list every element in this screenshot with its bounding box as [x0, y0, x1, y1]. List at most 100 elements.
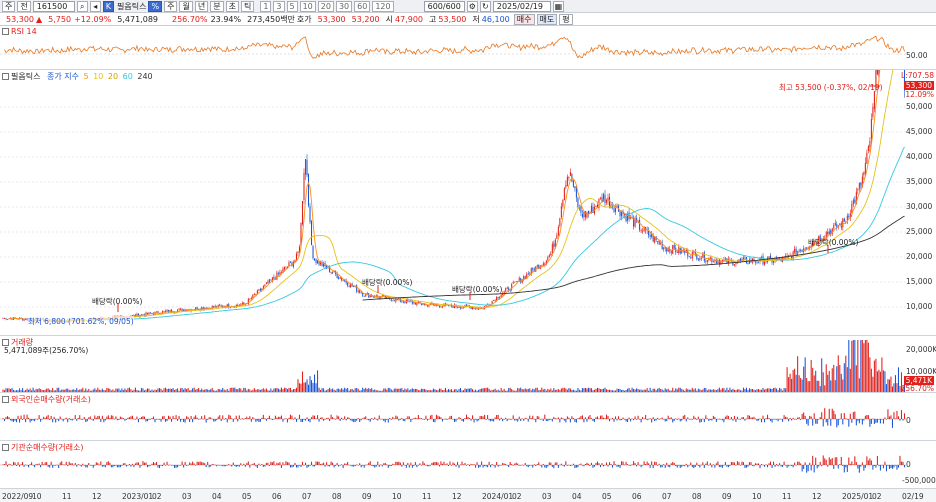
- foreign-bar: [750, 417, 752, 419]
- inst-bar: [2, 464, 4, 465]
- foreign-bar: [666, 419, 668, 422]
- minute-button-0[interactable]: 1: [260, 0, 272, 12]
- refresh-icon[interactable]: ↻: [479, 0, 491, 12]
- data-count-input[interactable]: 600/600: [423, 0, 465, 12]
- volume-bar: [270, 388, 272, 392]
- candle: [699, 258, 701, 260]
- inst-bar: [861, 462, 863, 465]
- inst-bar: [764, 465, 766, 467]
- volume-bar: [25, 390, 27, 392]
- candle: [663, 247, 665, 250]
- minute-button-7[interactable]: 120: [372, 0, 394, 12]
- inst-bar: [446, 463, 448, 465]
- minute-button-2[interactable]: 5: [286, 0, 298, 12]
- foreign-bar: [240, 419, 242, 420]
- minute-button-6[interactable]: 60: [354, 0, 371, 12]
- percent-button[interactable]: %: [148, 0, 163, 12]
- volume-bar: [639, 389, 641, 392]
- minute-button-4[interactable]: 20: [317, 0, 334, 12]
- inst-bar: [64, 464, 66, 466]
- stock-code-input[interactable]: 161500: [32, 0, 75, 12]
- period-button-2[interactable]: 년: [194, 0, 209, 12]
- foreign-bar: [858, 419, 860, 424]
- volume-bar: [867, 342, 869, 392]
- foreign-bar: [350, 419, 352, 421]
- volume-bar: [467, 388, 469, 392]
- search-icon[interactable]: ⌕: [76, 0, 88, 12]
- foreign-bar: [252, 417, 254, 419]
- market-button[interactable]: 전: [17, 0, 31, 12]
- candle: [5, 318, 7, 320]
- foreign-bar: [464, 418, 466, 419]
- foreign-bar: [822, 419, 824, 427]
- minute-button-3[interactable]: 10: [299, 0, 316, 12]
- inst-tick: -500,000: [902, 476, 936, 485]
- menu-button[interactable]: 주: [2, 0, 16, 12]
- inst-bar: [774, 465, 776, 467]
- foreign-bar: [881, 419, 883, 420]
- volume-bar: [849, 368, 851, 392]
- price-tick: 15,000: [906, 277, 933, 286]
- inst-bar: [268, 465, 270, 466]
- candle: [314, 258, 316, 261]
- period-button-5[interactable]: 틱: [240, 0, 255, 12]
- foreign-bar: [735, 419, 737, 422]
- minute-button-5[interactable]: 30: [335, 0, 353, 12]
- candle: [297, 251, 299, 254]
- inst-bar: [697, 465, 699, 466]
- foreign-bar: [699, 419, 701, 423]
- volume-bar: [628, 387, 630, 392]
- foreign-bar: [77, 417, 79, 419]
- eval-button[interactable]: 평: [559, 13, 573, 25]
- minute-button-1[interactable]: 3: [273, 0, 285, 12]
- trade-amount: 273,450백만: [247, 14, 295, 24]
- inst-bar: [539, 465, 541, 466]
- inst-bar: [476, 462, 478, 465]
- settings-icon[interactable]: ⚙: [466, 0, 478, 12]
- foreign-bar: [446, 419, 448, 420]
- foreign-bar: [25, 419, 27, 423]
- foreign-bar: [357, 418, 359, 419]
- foreign-bar: [52, 419, 54, 423]
- inst-bar: [663, 464, 665, 465]
- volume-bar: [496, 390, 498, 392]
- period-button-4[interactable]: 초: [225, 0, 239, 12]
- inst-bar: [196, 461, 198, 465]
- foreign-bar: [812, 419, 814, 426]
- inst-bar: [700, 464, 702, 466]
- foreign-bar: [729, 419, 731, 420]
- volume-bar: [757, 388, 760, 392]
- foreign-bar: [649, 418, 651, 419]
- inst-bar: [136, 462, 138, 465]
- foreign-bar: [702, 418, 704, 420]
- foreign-bar: [726, 415, 728, 419]
- foreign-bar: [855, 419, 857, 426]
- foreign-bar: [807, 419, 809, 426]
- candle: [493, 300, 495, 301]
- inst-bar: [497, 465, 499, 467]
- foreign-bar: [157, 419, 159, 420]
- inst-bar: [779, 463, 781, 465]
- period-button-3[interactable]: 분: [210, 0, 224, 12]
- date-input[interactable]: 2025/02/19: [492, 0, 551, 12]
- buy-button[interactable]: 매수: [513, 13, 535, 25]
- sell-button[interactable]: 매도: [536, 13, 558, 25]
- arrow-left-icon[interactable]: ◂: [89, 0, 101, 12]
- inst-bar: [860, 465, 862, 467]
- inst-bar: [163, 462, 165, 465]
- calendar-icon[interactable]: ▦: [552, 0, 564, 12]
- foreign-bar: [356, 419, 358, 421]
- volume-bar: [317, 370, 319, 392]
- foreign-bar: [828, 408, 830, 419]
- x-tick: 07: [662, 492, 672, 501]
- inst-bar: [885, 465, 887, 472]
- volume-bar: [780, 388, 782, 392]
- foreign-bar: [897, 416, 900, 419]
- candle: [690, 257, 692, 259]
- period-button-0[interactable]: 주: [164, 0, 178, 12]
- foreign-bar: [187, 417, 189, 419]
- volume-bar: [767, 388, 769, 392]
- foreign-bar: [213, 419, 215, 422]
- volume-bar: [754, 390, 757, 392]
- period-button-1[interactable]: 월: [179, 0, 193, 12]
